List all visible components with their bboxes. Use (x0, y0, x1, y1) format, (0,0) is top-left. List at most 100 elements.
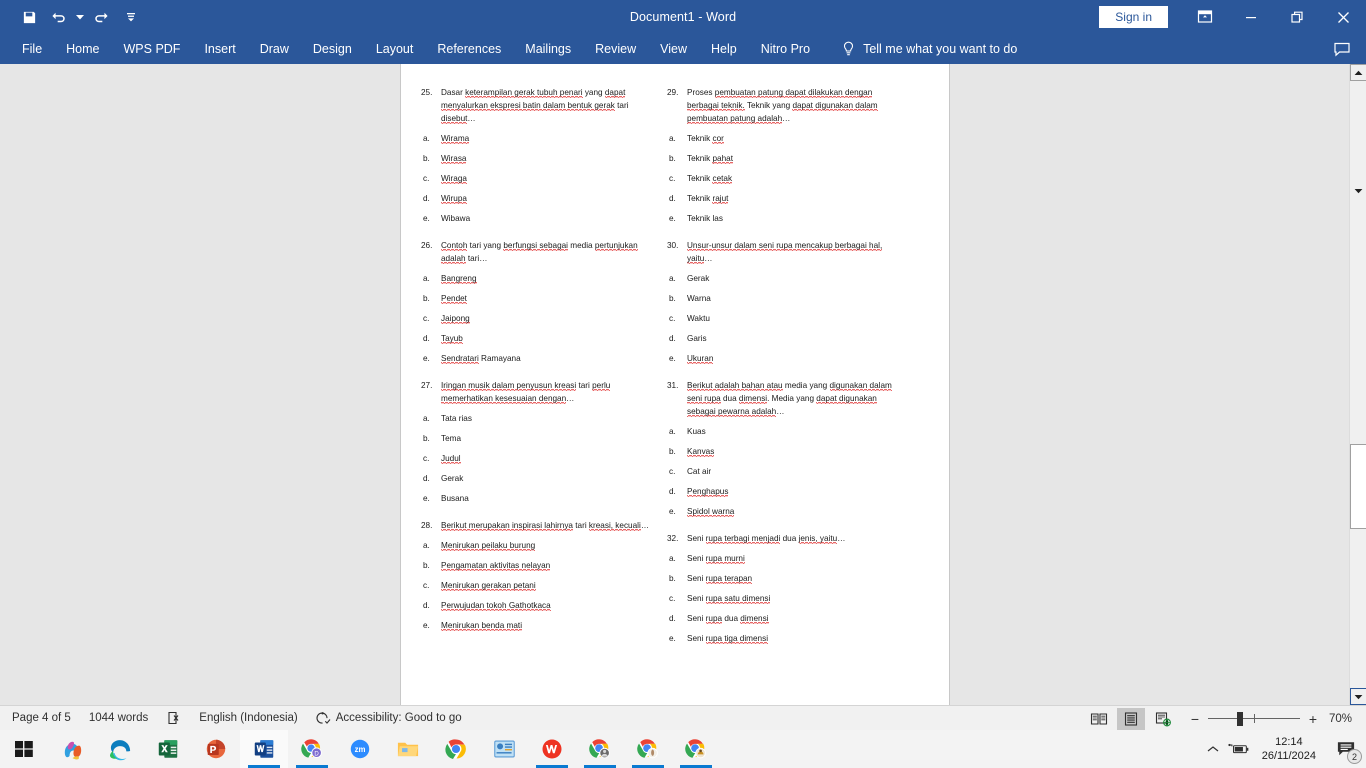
option-text[interactable]: Wirupa (441, 192, 651, 205)
web-layout-icon[interactable] (1149, 708, 1177, 730)
tab-view[interactable]: View (648, 34, 699, 64)
save-icon[interactable] (14, 4, 44, 30)
option-text[interactable]: Seni rupa dua dimensi (687, 612, 897, 625)
tab-wps-pdf[interactable]: WPS PDF (112, 34, 193, 64)
close-icon[interactable] (1320, 0, 1366, 34)
option-text[interactable]: Waktu (687, 312, 897, 325)
option-text[interactable]: Warna (687, 292, 897, 305)
option-text[interactable]: Kuas (687, 425, 897, 438)
option-text[interactable]: Busana (441, 492, 651, 505)
redo-icon[interactable] (86, 4, 116, 30)
tab-review[interactable]: Review (583, 34, 648, 64)
option-text[interactable]: Gerak (687, 272, 897, 285)
read-mode-icon[interactable] (1085, 708, 1113, 730)
restore-icon[interactable] (1274, 0, 1320, 34)
option-text[interactable]: Penghapus (687, 485, 897, 498)
option-text[interactable]: Teknik pahat (687, 152, 897, 165)
option-text[interactable]: Tata rias (441, 412, 651, 425)
excel-icon[interactable] (144, 730, 192, 768)
option-text[interactable]: Pengamatan aktivitas nelayan (441, 559, 651, 572)
presentation-app-icon[interactable] (480, 730, 528, 768)
customize-quick-access-icon[interactable] (116, 4, 146, 30)
option-text[interactable]: Wiraga (441, 172, 651, 185)
print-layout-icon[interactable] (1116, 707, 1145, 730)
page-number-status[interactable]: Page 4 of 5 (0, 712, 80, 724)
zoom-slider-thumb[interactable] (1236, 711, 1243, 726)
option-text[interactable]: Seni rupa murni (687, 552, 897, 565)
chrome-profile-d-icon[interactable]: D (288, 730, 336, 768)
proofing-errors-icon[interactable] (157, 711, 190, 725)
ribbon-display-options-icon[interactable] (1182, 0, 1228, 34)
word-icon[interactable] (240, 730, 288, 768)
wps-office-icon[interactable] (528, 730, 576, 768)
copilot-icon[interactable] (48, 730, 96, 768)
tab-help[interactable]: Help (699, 34, 749, 64)
option-text[interactable]: Teknik las (687, 212, 897, 225)
option-text[interactable]: Spidol warna (687, 505, 897, 518)
chevron-up-icon[interactable] (1200, 730, 1226, 768)
option-text[interactable]: Menirukan peilaku burung (441, 539, 651, 552)
option-text[interactable]: Pendet (441, 292, 651, 305)
tab-references[interactable]: References (425, 34, 513, 64)
option-text[interactable]: Wibawa (441, 212, 651, 225)
tab-layout[interactable]: Layout (364, 34, 426, 64)
notifications-icon[interactable]: 2 (1326, 730, 1366, 768)
tell-me-search[interactable]: Tell me what you want to do (842, 41, 1017, 57)
chrome-icon[interactable] (432, 730, 480, 768)
tab-mailings[interactable]: Mailings (513, 34, 583, 64)
tab-nitro-pro[interactable]: Nitro Pro (749, 34, 822, 64)
powerpoint-icon[interactable] (192, 730, 240, 768)
undo-dropdown-icon[interactable] (74, 4, 86, 30)
chrome-profile-1-icon[interactable] (576, 730, 624, 768)
scrollbar-thumb[interactable] (1350, 444, 1366, 529)
option-text[interactable]: Jaipong (441, 312, 651, 325)
scroll-down-icon[interactable] (1350, 688, 1366, 705)
zoom-icon[interactable]: zm (336, 730, 384, 768)
tab-file[interactable]: File (10, 34, 54, 64)
accessibility-status[interactable]: Accessibility: Good to go (307, 711, 471, 725)
document-page[interactable]: 25. Dasar keterampilan gerak tubuh penari… (400, 64, 950, 705)
zoom-level-label[interactable]: 70% (1329, 713, 1366, 725)
option-text[interactable]: Ukuran (687, 352, 897, 365)
tab-design[interactable]: Design (301, 34, 364, 64)
zoom-in-button[interactable]: + (1307, 711, 1319, 727)
edge-icon[interactable] (96, 730, 144, 768)
word-count-status[interactable]: 1044 words (80, 712, 157, 724)
option-text[interactable]: Kanvas (687, 445, 897, 458)
option-text[interactable]: Seni rupa satu dimensi (687, 592, 897, 605)
start-button[interactable] (0, 730, 48, 768)
option-text[interactable]: Seni rupa terapan (687, 572, 897, 585)
undo-icon[interactable] (44, 4, 74, 30)
minimize-icon[interactable] (1228, 0, 1274, 34)
option-text[interactable]: Wirama (441, 132, 651, 145)
taskbar-clock[interactable]: 12:14 26/11/2024 (1252, 735, 1326, 763)
zoom-out-button[interactable]: − (1189, 711, 1201, 727)
option-text[interactable]: Menirukan gerakan petani (441, 579, 651, 592)
option-text[interactable]: Tayub (441, 332, 651, 345)
option-text[interactable]: Teknik cor (687, 132, 897, 145)
tab-draw[interactable]: Draw (248, 34, 301, 64)
option-text[interactable]: Garis (687, 332, 897, 345)
option-text[interactable]: Menirukan benda mati (441, 619, 651, 632)
tab-home[interactable]: Home (54, 34, 111, 64)
option-text[interactable]: Perwujudan tokoh Gathotkaca (441, 599, 651, 612)
option-text[interactable]: Cat air (687, 465, 897, 478)
option-text[interactable]: Judul (441, 452, 651, 465)
option-text[interactable]: Bangreng (441, 272, 651, 285)
sign-in-button[interactable]: Sign in (1099, 6, 1168, 28)
option-text[interactable]: Teknik rajut (687, 192, 897, 205)
option-text[interactable]: Seni rupa tiga dimensi (687, 632, 897, 645)
option-text[interactable]: Teknik cetak (687, 172, 897, 185)
option-text[interactable]: Tema (441, 432, 651, 445)
language-status[interactable]: English (Indonesia) (190, 712, 306, 724)
option-text[interactable]: Sendratari Ramayana (441, 352, 651, 365)
zoom-slider[interactable] (1207, 711, 1300, 726)
battery-charging-icon[interactable] (1226, 730, 1252, 768)
vertical-scrollbar[interactable] (1349, 64, 1366, 705)
tab-insert[interactable]: Insert (192, 34, 247, 64)
scroll-up-icon[interactable] (1350, 64, 1366, 81)
comment-icon[interactable] (1330, 38, 1354, 60)
scroll-split-icon[interactable] (1350, 184, 1366, 198)
chrome-profile-2-icon[interactable] (624, 730, 672, 768)
file-explorer-icon[interactable] (384, 730, 432, 768)
